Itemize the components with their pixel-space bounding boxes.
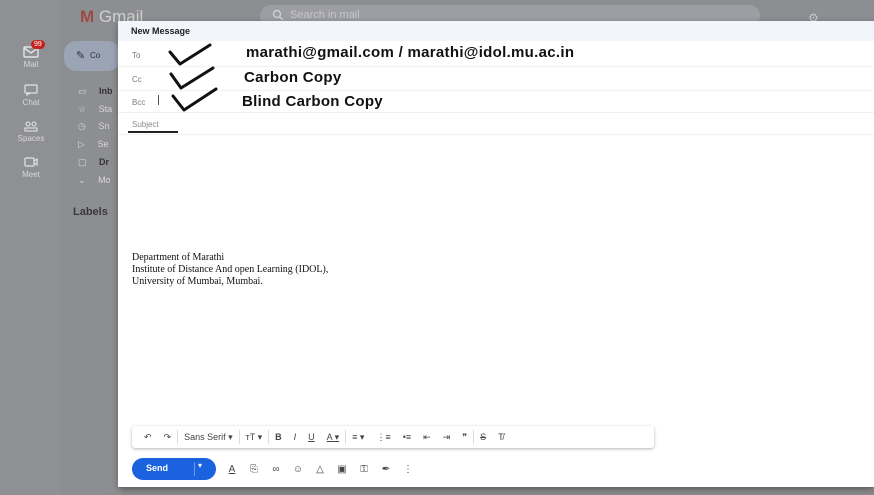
signature-line: Institute of Distance And open Learning … (132, 264, 329, 275)
indent-more-icon[interactable]: ⇥ (437, 426, 457, 448)
underline-icon[interactable]: U (302, 426, 321, 448)
compose-actions: A ⎘ ∞ ☺ △ ▣ ⚿ ✒ ⋮ (226, 458, 414, 480)
sidebar-item-snoozed[interactable]: ◷ Sn (78, 121, 109, 132)
message-body-signature[interactable]: Department of Marathi Institute of Dista… (132, 252, 328, 288)
clock-icon: ◷ (78, 121, 86, 131)
chevron-down-icon: ⌄ (78, 175, 86, 185)
app-rail: 99 Mail Chat Spaces Meet (0, 0, 62, 495)
text-cursor (158, 95, 159, 105)
chat-icon (24, 84, 38, 96)
insert-photo-icon[interactable]: ▣ (336, 464, 348, 475)
formatting-toolbar: ↶ ↷ Sans Serif ▾ тT ▾ B I U A ▾ ≡ ▾ ⋮≡ •… (132, 426, 654, 448)
schedule-send-icon[interactable]: ▾ (198, 461, 202, 470)
sidebar-item-starred[interactable]: ☆ Sta (78, 104, 112, 115)
formatting-options-icon[interactable]: A (226, 464, 238, 475)
text-color-icon[interactable]: A ▾ (321, 426, 346, 448)
rail-label: Meet (22, 170, 40, 179)
rail-item-meet[interactable]: Meet (0, 156, 62, 179)
strikethrough-icon[interactable]: S (474, 426, 492, 448)
signature-icon[interactable]: ✒ (380, 464, 392, 475)
send-label: Send (146, 463, 169, 473)
rail-item-spaces[interactable]: Spaces (0, 120, 62, 143)
italic-icon[interactable]: I (288, 426, 303, 448)
sidebar-item-label: Mo (98, 175, 111, 185)
cc-label: Cc (132, 75, 142, 84)
spaces-icon (24, 121, 38, 132)
search-input[interactable]: Search in mail (290, 9, 360, 21)
bcc-annotation: Blind Carbon Copy (242, 93, 383, 110)
sidebar-item-label: Se (97, 139, 109, 149)
confidential-mode-icon[interactable]: ⚿ (358, 464, 370, 475)
bulleted-list-icon[interactable]: •≡ (397, 426, 417, 448)
meet-icon (24, 157, 38, 167)
rail-item-chat[interactable]: Chat (0, 84, 62, 107)
sidebar-item-label: Sta (98, 104, 113, 114)
compose-button[interactable]: ✎ Co (64, 41, 120, 71)
rail-label: Mail (23, 60, 39, 69)
sidebar-item-drafts[interactable]: ▢ Dr (78, 157, 109, 168)
rail-item-mail[interactable]: 99 Mail (0, 40, 62, 69)
quote-icon[interactable]: ❞ (456, 426, 473, 448)
sidebar-item-label: Inb (99, 86, 113, 96)
emoji-icon[interactable]: ☺ (292, 464, 304, 475)
draft-icon: ▢ (78, 157, 87, 167)
subject-input[interactable]: Subject (132, 120, 159, 129)
numbered-list-icon[interactable]: ⋮≡ (370, 426, 396, 448)
attach-file-icon[interactable]: ⎘ (248, 464, 260, 475)
signature-line: University of Mumbai, Mumbai. (132, 276, 263, 287)
send-icon: ▷ (78, 139, 85, 149)
redo-icon[interactable]: ↷ (158, 426, 178, 448)
search-icon[interactable] (272, 9, 284, 21)
bcc-label: Bcc (132, 98, 146, 107)
to-annotation: marathi@gmail.com / marathi@idol.mu.ac.i… (246, 44, 575, 61)
sidebar-item-more[interactable]: ⌄ Mo (78, 175, 111, 186)
compose-header[interactable]: New Message (118, 21, 874, 41)
subject-underline (128, 131, 178, 133)
rail-label: Chat (22, 98, 40, 107)
cc-annotation: Carbon Copy (244, 69, 342, 86)
indent-less-icon[interactable]: ⇤ (417, 426, 437, 448)
sidebar-item-sent[interactable]: ▷ Se (78, 139, 108, 150)
insert-link-icon[interactable]: ∞ (270, 464, 282, 475)
font-select[interactable]: Sans Serif ▾ (178, 426, 239, 448)
mail-unread-badge: 99 (31, 40, 45, 49)
sidebar-item-label: Dr (99, 157, 110, 167)
align-icon[interactable]: ≡ ▾ (346, 426, 370, 448)
pencil-icon: ✎ (76, 50, 86, 62)
more-options-icon[interactable]: ⋮ (402, 464, 414, 475)
compose-label: Co (90, 51, 101, 60)
sidebar-item-inbox[interactable]: ▭ Inb (78, 86, 113, 97)
cc-field[interactable]: Cc (118, 67, 874, 91)
drive-icon[interactable]: △ (314, 464, 326, 475)
font-size-icon[interactable]: тT ▾ (240, 426, 268, 448)
signature-line: Department of Marathi (132, 252, 225, 263)
subject-field[interactable] (118, 113, 874, 135)
checkmark-icon (171, 87, 218, 112)
inbox-icon: ▭ (78, 86, 87, 96)
bcc-field[interactable]: Bcc (118, 91, 874, 113)
sidebar-item-label: Sn (98, 121, 110, 131)
send-button[interactable]: Send ▾ (132, 458, 216, 480)
send-divider (194, 462, 195, 476)
bold-icon[interactable]: B (269, 426, 288, 448)
compose-window: New Message To Cc Bcc marathi@gmail.com … (118, 21, 874, 487)
clear-formatting-icon[interactable]: T̸ (492, 426, 510, 448)
gmail-logo-icon: M (80, 7, 95, 26)
compose-title: New Message (131, 26, 191, 36)
to-label: To (132, 51, 141, 60)
labels-heading: Labels (73, 206, 108, 218)
checkmark-icon (168, 43, 212, 66)
rail-label: Spaces (17, 134, 45, 143)
undo-icon[interactable]: ↶ (138, 426, 158, 448)
star-icon: ☆ (78, 104, 87, 114)
